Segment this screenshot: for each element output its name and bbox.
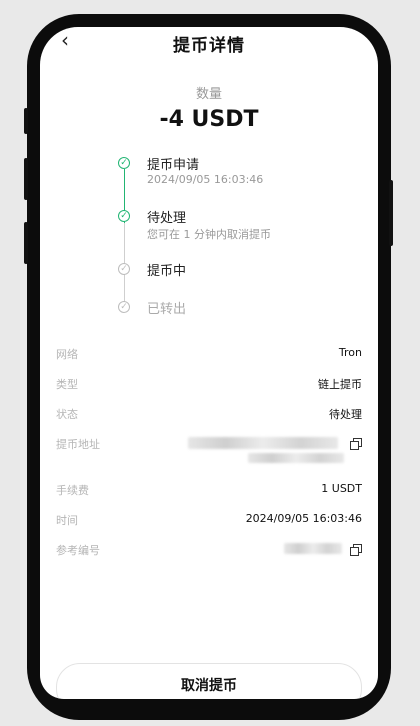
check-circle-icon: ✓: [118, 210, 130, 222]
detail-label: 状态: [56, 408, 78, 421]
detail-label: 提币地址: [56, 438, 100, 451]
detail-row-type: 类型 链上提币: [56, 376, 362, 394]
address-value-redacted: [248, 453, 344, 463]
copy-icon[interactable]: [350, 438, 362, 450]
check-circle-icon: ✓: [118, 263, 130, 275]
detail-value: 1 USDT: [321, 482, 362, 495]
detail-label: 时间: [56, 514, 78, 527]
detail-value: 链上提币: [318, 378, 362, 391]
timeline-step-time: 2024/09/05 16:03:46: [147, 173, 264, 186]
detail-label: 手续费: [56, 484, 89, 497]
app-screen: ‹ 提币详情 数量 -4 USDT ✓ 提币申请 2024/09/05 16:0…: [40, 27, 378, 699]
detail-row-status: 状态 待处理: [56, 406, 362, 424]
copy-icon[interactable]: [350, 544, 362, 556]
timeline-step-title: 提币申请: [147, 158, 200, 173]
cancel-withdrawal-button[interactable]: 取消提币: [56, 663, 362, 699]
timeline-step-title: 待处理: [147, 211, 187, 226]
phone-side-button: [24, 108, 28, 134]
phone-side-button: [24, 158, 28, 200]
detail-value: Tron: [338, 346, 362, 359]
detail-row-fee: 手续费 1 USDT: [56, 482, 362, 500]
detail-label: 参考编号: [56, 544, 100, 557]
detail-label: 类型: [56, 378, 78, 391]
detail-label: 网络: [56, 348, 78, 361]
progress-timeline: ✓ 提币申请 2024/09/05 16:03:46 ✓ 待处理 您可在 1 分…: [40, 27, 378, 327]
detail-row-time: 时间 2024/09/05 16:03:46: [56, 512, 362, 530]
check-circle-icon: ✓: [118, 301, 130, 313]
detail-value: 待处理: [329, 408, 362, 421]
phone-side-button: [24, 222, 28, 264]
check-circle-icon: ✓: [118, 157, 130, 169]
timeline-step-title: 已转出: [147, 302, 187, 317]
reference-value-redacted: [284, 543, 342, 554]
detail-row-network: 网络 Tron: [56, 346, 362, 364]
address-value-redacted: [188, 437, 338, 449]
timeline-step-hint: 您可在 1 分钟内取消提币: [147, 228, 271, 241]
detail-value: 2024/09/05 16:03:46: [245, 512, 362, 525]
timeline-step-title: 提币中: [147, 264, 187, 279]
phone-side-button: [389, 180, 393, 246]
